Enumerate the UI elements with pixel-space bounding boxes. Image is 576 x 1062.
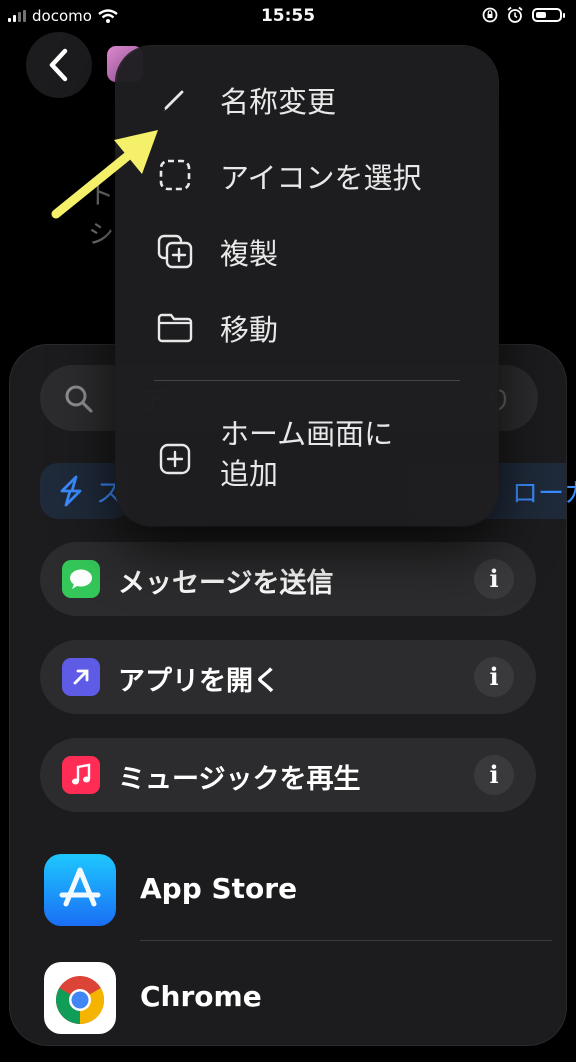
action-open-app[interactable]: アプリを開く i bbox=[40, 640, 536, 714]
app-name: Chrome bbox=[140, 980, 262, 1013]
alarm-icon bbox=[507, 6, 523, 23]
menu-item-add-to-home[interactable]: ホーム画面に 追加 bbox=[116, 416, 498, 504]
category-chip-label: ローカ bbox=[512, 479, 576, 509]
menu-item-label: アイコンを選択 bbox=[220, 161, 422, 195]
app-store-icon bbox=[44, 854, 116, 926]
folder-icon bbox=[157, 313, 193, 343]
duplicate-icon bbox=[157, 234, 193, 269]
status-right bbox=[482, 6, 565, 24]
app-item-chrome[interactable]: Chrome bbox=[10, 962, 566, 1062]
menu-item-label: 複製 bbox=[220, 237, 279, 271]
info-button[interactable]: i bbox=[474, 559, 514, 599]
action-send-message[interactable]: メッセージを送信 i bbox=[40, 542, 536, 616]
menu-item-label: ホーム画面に bbox=[220, 417, 394, 451]
info-button[interactable]: i bbox=[474, 755, 514, 795]
search-icon bbox=[65, 385, 93, 413]
menu-item-label-line2: 追加 bbox=[220, 457, 279, 491]
info-button[interactable]: i bbox=[474, 657, 514, 697]
yellow-arrow-annotation bbox=[51, 130, 158, 219]
action-play-music[interactable]: ミュージックを再生 i bbox=[40, 738, 536, 812]
open-app-icon bbox=[62, 658, 100, 696]
app-name: App Store bbox=[140, 872, 298, 905]
menu-item-move[interactable]: 移動 bbox=[116, 291, 498, 361]
scripting-icon bbox=[60, 475, 82, 507]
list-divider bbox=[140, 940, 552, 941]
add-square-icon bbox=[159, 443, 191, 475]
menu-item-choose-icon[interactable]: アイコンを選択 bbox=[116, 139, 498, 209]
action-label: ミュージックを再生 bbox=[118, 764, 361, 795]
context-menu: 名称変更 アイコンを選択 複製 移動 ホーム画面に 追加 bbox=[116, 46, 498, 526]
back-button[interactable] bbox=[26, 32, 92, 98]
chevron-left-icon bbox=[49, 48, 68, 82]
action-label: メッセージを送信 bbox=[118, 568, 334, 599]
menu-item-duplicate[interactable]: 複製 bbox=[116, 215, 498, 285]
app-item-app-store[interactable]: App Store bbox=[10, 854, 566, 954]
status-bar: docomo 15:55 bbox=[0, 0, 576, 34]
messages-icon bbox=[62, 560, 100, 598]
orientation-lock-icon bbox=[482, 7, 498, 23]
battery-icon bbox=[532, 8, 565, 22]
action-label: アプリを開く bbox=[118, 666, 280, 697]
menu-item-label: 名称変更 bbox=[220, 85, 337, 119]
menu-separator bbox=[154, 380, 460, 381]
music-icon bbox=[62, 756, 100, 794]
menu-item-rename[interactable]: 名称変更 bbox=[116, 63, 498, 133]
menu-item-label: 移動 bbox=[220, 313, 279, 347]
chrome-icon bbox=[44, 962, 116, 1034]
